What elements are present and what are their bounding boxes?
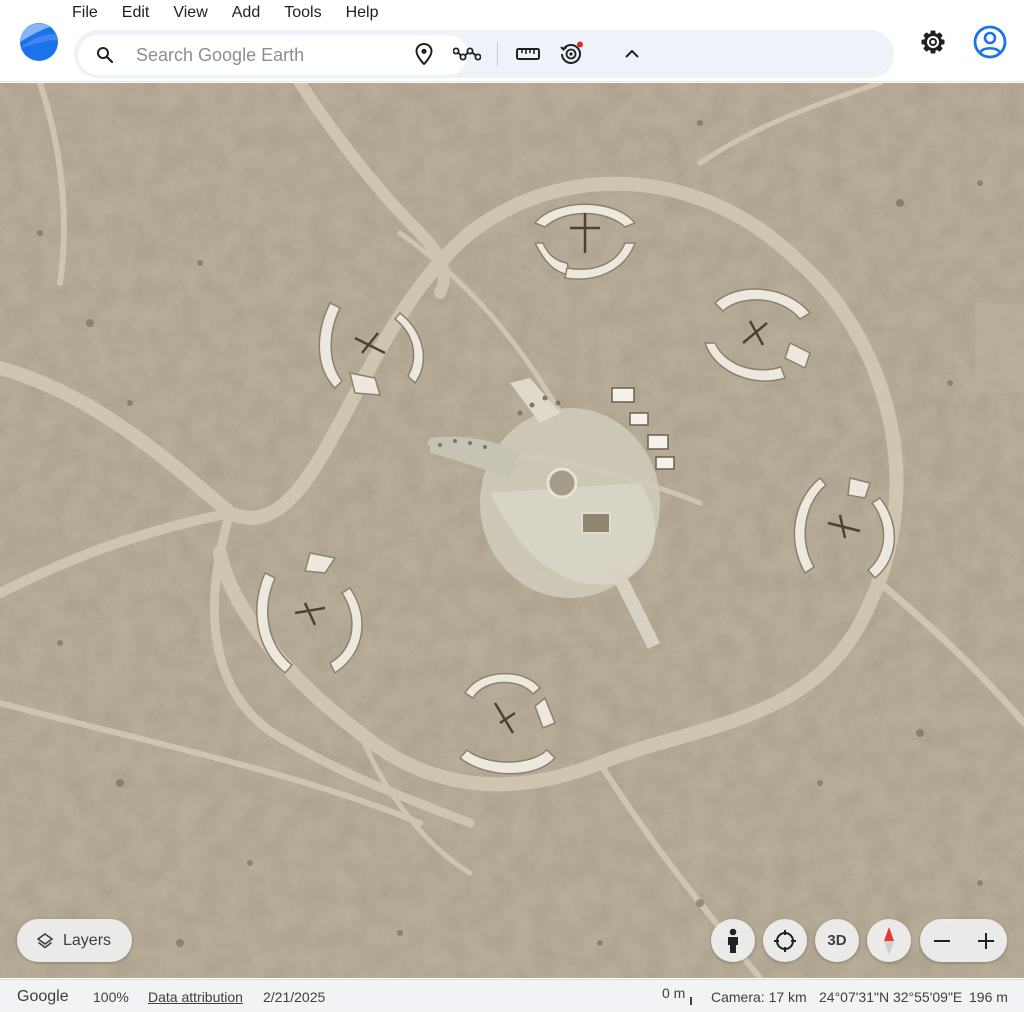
draw-path-button[interactable] — [449, 38, 485, 70]
data-attribution-link[interactable]: Data attribution — [148, 989, 243, 1005]
compass-icon — [884, 926, 894, 955]
layers-label: Layers — [63, 931, 112, 949]
app-header: File Edit View Add Tools Help — [0, 0, 1024, 82]
toolbar — [74, 30, 894, 78]
account-icon[interactable] — [972, 24, 1008, 60]
minus-icon — [933, 939, 950, 942]
add-placemark-button[interactable] — [406, 38, 442, 70]
layers-button[interactable]: Layers — [17, 919, 132, 962]
collapse-toolbar-button[interactable] — [614, 38, 650, 70]
historical-imagery-icon — [560, 41, 583, 64]
pegman-icon — [728, 928, 738, 953]
street-view-button[interactable] — [711, 919, 755, 962]
scale-label: 0 m — [662, 985, 686, 1001]
elevation: 196 m — [969, 989, 1008, 1005]
gear-icon[interactable] — [916, 26, 950, 58]
search-icon[interactable] — [96, 46, 114, 64]
menu-view[interactable]: View — [161, 0, 219, 26]
3d-label: 3D — [827, 932, 847, 949]
google-earth-logo[interactable] — [18, 22, 60, 62]
satellite-imagery — [0, 83, 1024, 978]
menu-file[interactable]: File — [60, 0, 110, 26]
toggle-3d-button[interactable]: 3D — [815, 919, 859, 962]
camera-altitude: Camera: 17 km — [711, 989, 807, 1005]
map-view[interactable] — [0, 83, 1024, 978]
menu-tools[interactable]: Tools — [272, 0, 333, 26]
plus-icon — [977, 932, 994, 949]
my-location-button[interactable] — [763, 919, 807, 962]
menu-bar: File Edit View Add Tools Help — [60, 0, 390, 26]
measure-button[interactable] — [510, 38, 546, 70]
menu-help[interactable]: Help — [334, 0, 391, 26]
google-brand: Google — [17, 988, 69, 1005]
zoom-out-button[interactable] — [920, 919, 963, 962]
coordinates: 24°07'31"N 32°55'09"E — [819, 989, 963, 1005]
historical-imagery-button[interactable] — [553, 38, 589, 70]
path-icon — [453, 47, 481, 61]
zoom-in-button[interactable] — [964, 919, 1007, 962]
crosshair-icon — [774, 929, 796, 952]
ruler-icon — [516, 48, 540, 60]
zoom-controls — [920, 919, 1007, 962]
layers-icon — [37, 932, 53, 949]
toolbar-divider — [497, 42, 498, 66]
scale-bar — [690, 997, 692, 1005]
imagery-date: 2/21/2025 — [263, 989, 326, 1005]
placemark-icon — [415, 43, 433, 65]
zoom-percent: 100% — [93, 989, 129, 1005]
menu-add[interactable]: Add — [220, 0, 272, 26]
menu-edit[interactable]: Edit — [110, 0, 162, 26]
chevron-up-icon — [625, 49, 639, 58]
compass-button[interactable] — [867, 919, 911, 962]
status-bar: Google 100% Data attribution 2/21/2025 0… — [0, 979, 1024, 1012]
